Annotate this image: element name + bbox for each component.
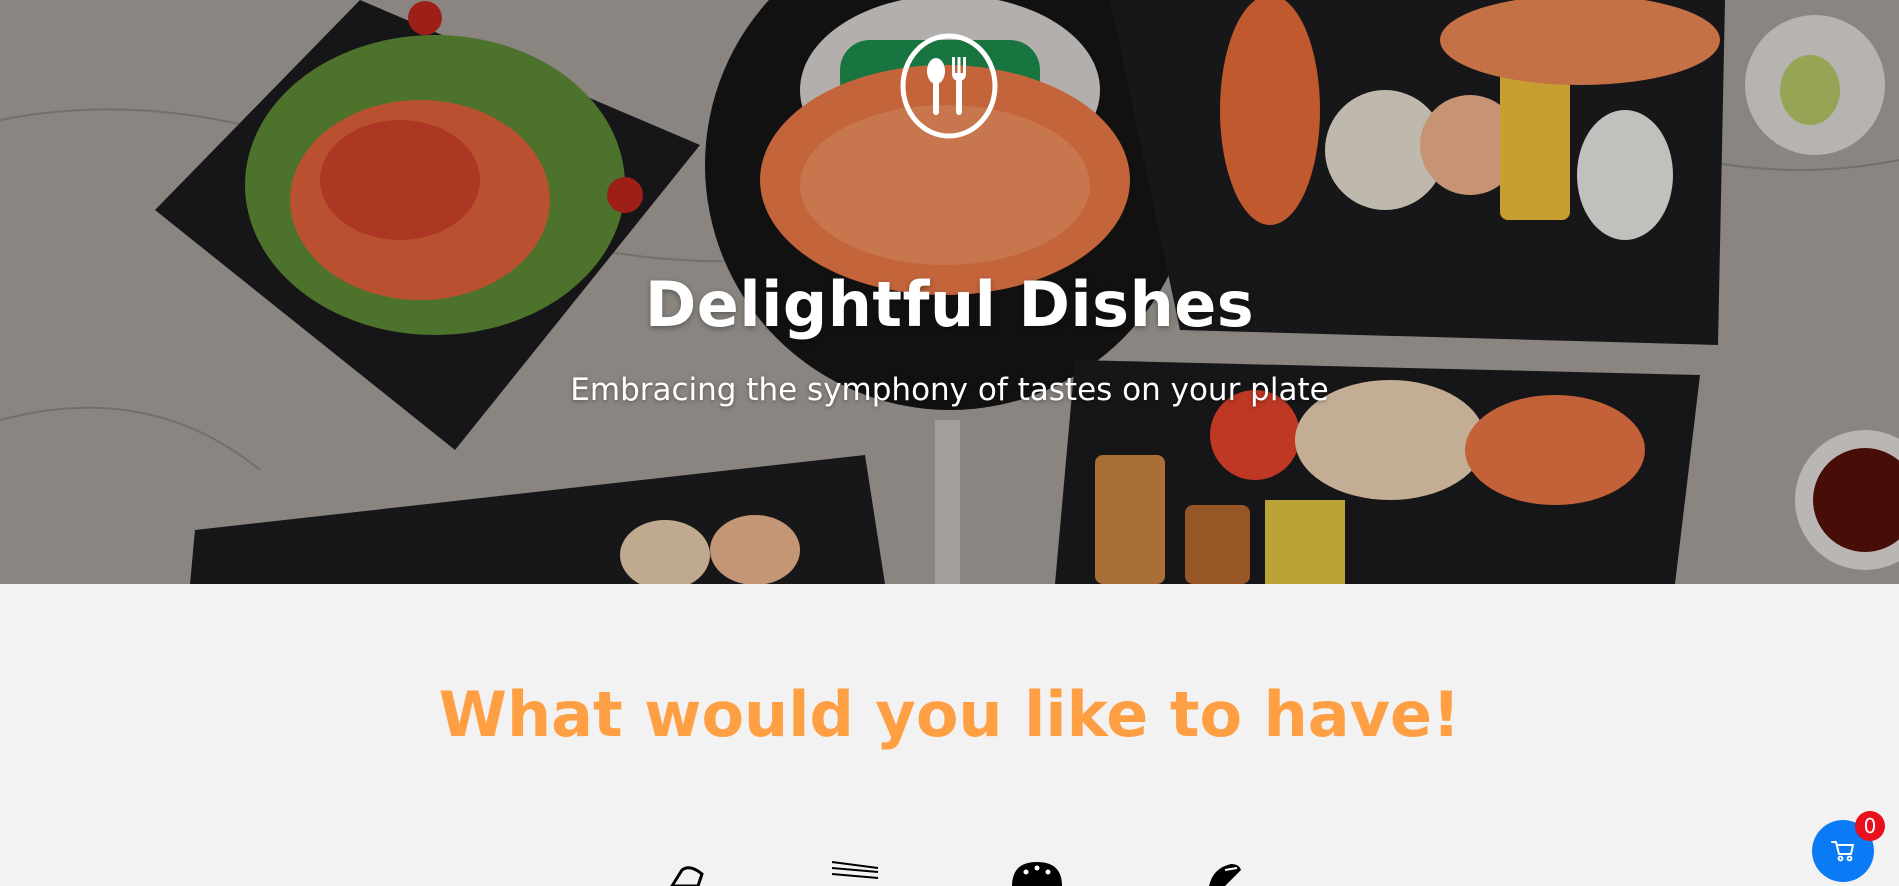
hero-title: Delightful Dishes	[644, 268, 1255, 341]
chopsticks-icon[interactable]	[830, 860, 880, 886]
hero-subtitle: Embracing the symphony of tastes on your…	[570, 372, 1329, 408]
menu-heading: What would you like to have!	[438, 678, 1461, 751]
hero-banner: Delightful Dishes Embracing the symphony…	[0, 0, 1899, 584]
cart-icon	[1831, 841, 1854, 862]
sushi-roll-icon[interactable]	[1205, 860, 1245, 886]
spoon-fork-icon	[900, 33, 998, 139]
bowl-icon[interactable]	[1010, 860, 1064, 886]
nigiri-icon[interactable]	[668, 860, 728, 886]
category-list	[0, 860, 1899, 886]
cart-count-badge: 0	[1855, 811, 1885, 841]
